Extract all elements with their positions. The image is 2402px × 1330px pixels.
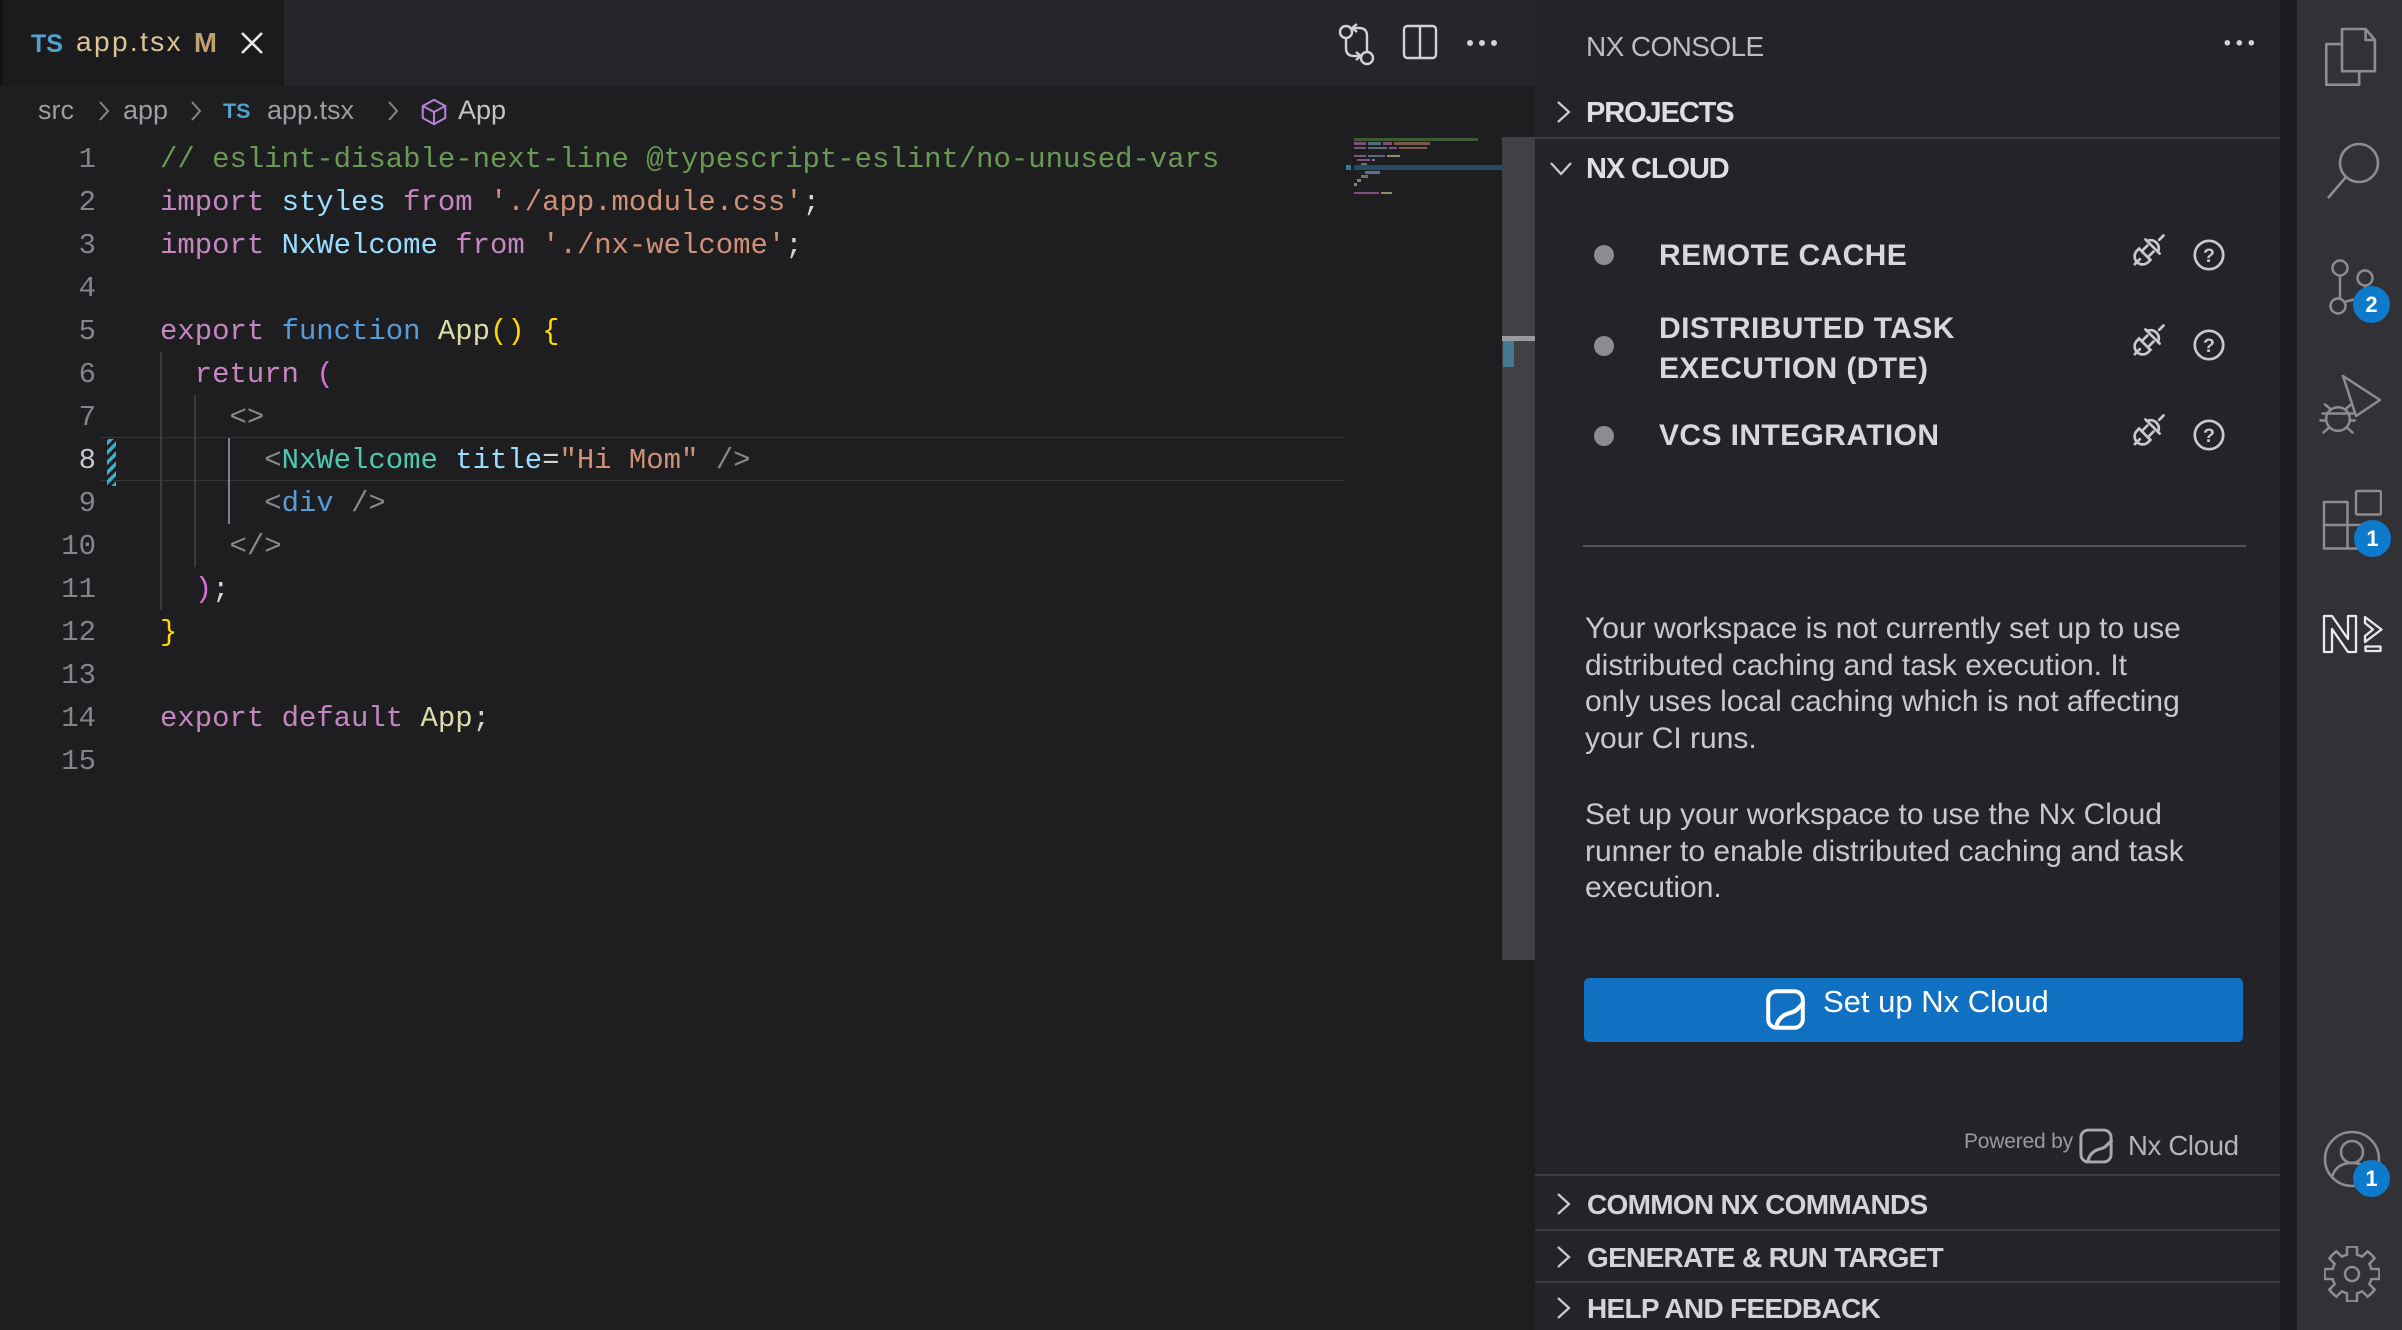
svg-text:?: ? — [2203, 335, 2215, 357]
svg-text:?: ? — [2203, 425, 2215, 447]
svg-text:?: ? — [2203, 245, 2215, 267]
